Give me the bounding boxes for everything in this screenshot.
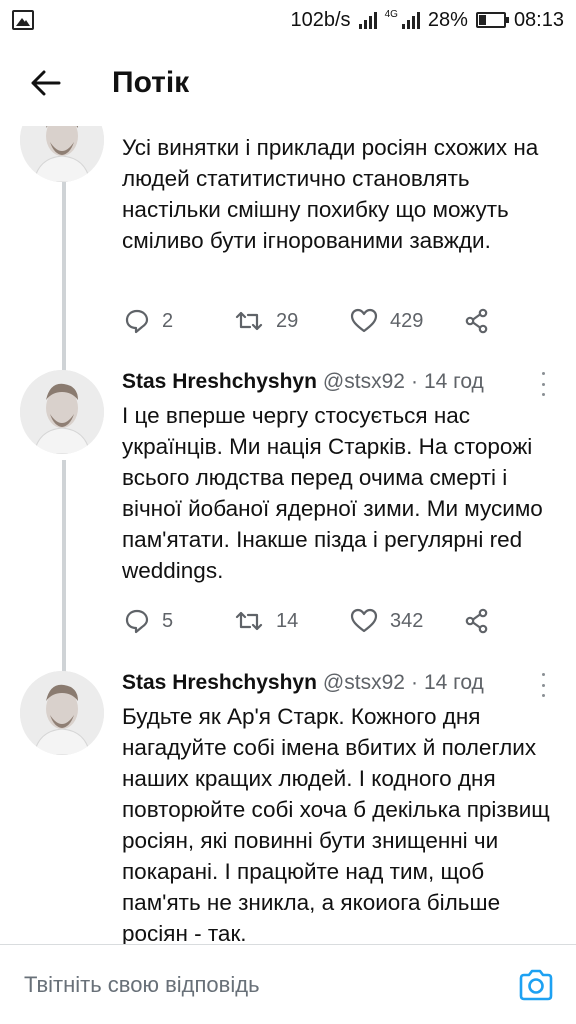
- reply-icon: [125, 609, 149, 634]
- thread-connector: [62, 460, 66, 672]
- like-button[interactable]: 429: [350, 308, 464, 334]
- signal-4g-icon: [401, 11, 420, 29]
- avatar-image: [20, 370, 104, 454]
- gallery-notification-icon: [12, 10, 34, 30]
- tweet-actions: 2 29 429: [124, 306, 490, 336]
- tweet-text: Будьте як Ар'я Старк. Кожного дня нагаду…: [122, 704, 550, 944]
- author-name[interactable]: Stas Hreshchyshyn: [122, 370, 317, 394]
- camera-icon: [519, 969, 553, 1000]
- tweet-header: Stas Hreshchyshyn @stsx92 · 14 год: [122, 370, 484, 394]
- separator: ·: [410, 671, 418, 694]
- tweet-header: Stas Hreshchyshyn @stsx92 · 14 год: [122, 671, 484, 695]
- like-count: 342: [390, 609, 424, 632]
- back-button[interactable]: [28, 65, 64, 101]
- reply-count: 5: [162, 609, 174, 632]
- reply-input[interactable]: Твітніть свою відповідь: [24, 972, 516, 998]
- share-icon: [465, 608, 488, 634]
- author-handle[interactable]: @stsx92: [323, 370, 405, 394]
- network-speed: 102b/s: [290, 8, 351, 31]
- reply-count: 2: [162, 309, 174, 332]
- share-button[interactable]: [464, 308, 490, 334]
- more-options-button[interactable]: [536, 673, 550, 697]
- author-name[interactable]: Stas Hreshchyshyn: [122, 671, 317, 695]
- retweet-count: 29: [276, 309, 299, 332]
- reply-composer: Твітніть свою відповідь: [0, 944, 576, 1024]
- like-button[interactable]: 342: [350, 608, 464, 634]
- thread-connector: [62, 182, 66, 372]
- heart-icon: [350, 308, 378, 333]
- separator: ·: [410, 370, 418, 393]
- status-bar: 102b/s 4G 28% 08:13: [0, 0, 576, 40]
- retweet-icon: [235, 311, 263, 331]
- reply-icon: [125, 309, 149, 334]
- retweet-button[interactable]: 29: [234, 308, 350, 334]
- network-type: 4G: [384, 8, 398, 20]
- share-icon: [465, 308, 488, 334]
- avatar[interactable]: [20, 370, 104, 454]
- avatar[interactable]: [20, 671, 104, 755]
- battery-icon: [475, 12, 509, 28]
- more-options-button[interactable]: [536, 372, 550, 396]
- heart-icon: [350, 608, 378, 633]
- tweet-text: Усі винятки і приклади росіян схожих на …: [122, 135, 539, 253]
- tweet-text: І це вперше чергу стосується нас українц…: [122, 403, 543, 583]
- page-title: Потік: [112, 66, 190, 99]
- battery-percent: 28%: [427, 8, 468, 31]
- camera-button[interactable]: [516, 965, 556, 1005]
- like-count: 429: [390, 309, 424, 332]
- app-header: Потік: [0, 40, 576, 126]
- reply-button[interactable]: 5: [124, 608, 234, 634]
- arrow-left-icon: [31, 70, 61, 96]
- retweet-count: 14: [276, 609, 299, 632]
- author-handle[interactable]: @stsx92: [323, 671, 405, 695]
- signal-icon: [358, 11, 377, 29]
- clock: 08:13: [513, 8, 564, 31]
- tweet-time: 14 год: [423, 671, 484, 694]
- share-button[interactable]: [464, 608, 490, 634]
- tweet-actions: 5 14 342: [124, 606, 490, 636]
- tweet-time: 14 год: [423, 370, 484, 393]
- retweet-button[interactable]: 14: [234, 608, 350, 634]
- retweet-icon: [235, 611, 263, 631]
- avatar-image: [20, 126, 104, 182]
- thread-feed[interactable]: Усі винятки і приклади росіян схожих на …: [0, 126, 576, 944]
- reply-button[interactable]: 2: [124, 308, 234, 334]
- avatar-image: [20, 671, 104, 755]
- avatar[interactable]: [20, 126, 104, 182]
